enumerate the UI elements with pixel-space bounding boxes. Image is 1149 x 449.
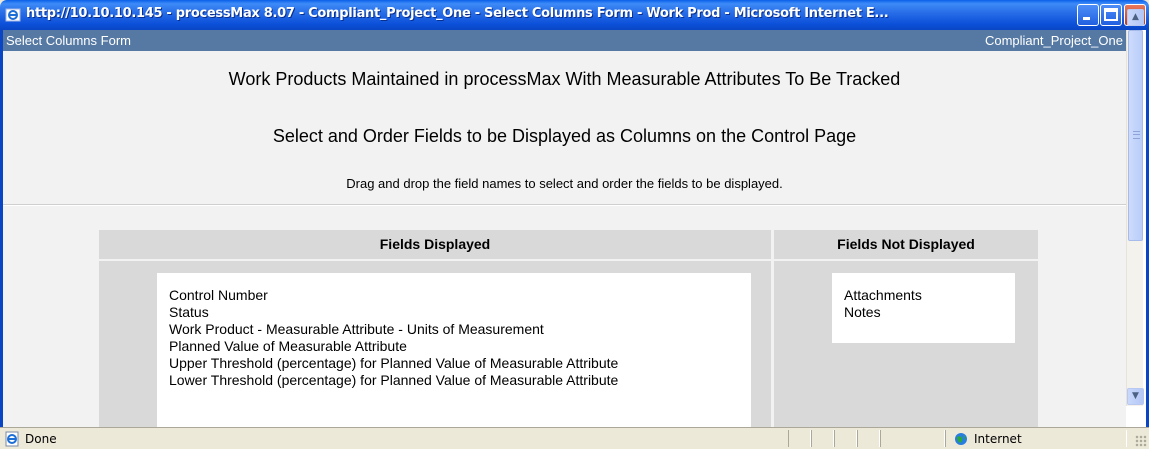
fields-not-displayed-column: Attachments Notes [774,261,1038,427]
project-name: Compliant_Project_One [984,33,1123,48]
divider [3,204,1126,206]
field-item-notes[interactable]: Notes [832,304,1015,321]
fields-displayed-list[interactable]: Control Number Status Work Product - Mea… [157,273,751,427]
fields-displayed-column: Control Number Status Work Product - Mea… [99,261,771,427]
maximize-button[interactable] [1100,4,1122,26]
browser-window: Select Columns Form Compliant_Project_On… [0,9,1149,427]
page-header-bar: Select Columns Form Compliant_Project_On… [3,30,1126,51]
security-zone-label: Internet [974,432,1022,446]
chevron-down-icon: ▼ [1132,391,1139,401]
page-done-icon [5,431,19,447]
form-name: Select Columns Form [6,33,131,48]
status-panel [857,430,880,447]
resize-grip-icon[interactable] [1135,435,1147,447]
window-title: http://10.10.10.145 - processMax 8.07 - … [26,6,889,21]
fields-displayed-header: Fields Displayed [99,230,771,259]
chevron-up-icon: ▲ [1132,12,1139,22]
status-panel [788,430,811,447]
field-item-status[interactable]: Status [157,304,751,321]
scrollbar-thumb[interactable] [1128,30,1143,241]
status-text: Done [25,432,57,446]
status-panel [811,430,834,447]
zone-panel [945,430,1127,447]
field-item-upper-threshold[interactable]: Upper Threshold (percentage) for Planned… [157,355,751,372]
field-item-units-of-measurement[interactable]: Work Product - Measurable Attribute - Un… [157,321,751,338]
minimize-icon [1083,17,1090,20]
grip-icon [1133,131,1140,139]
field-item-lower-threshold[interactable]: Lower Threshold (percentage) for Planned… [157,372,751,389]
window-title-bar[interactable]: http://10.10.10.145 - processMax 8.07 - … [0,0,1149,30]
field-item-planned-value[interactable]: Planned Value of Measurable Attribute [157,338,751,355]
fields-not-displayed-header: Fields Not Displayed [774,230,1038,259]
status-panel [880,430,945,447]
page-content: Work Products Maintained in processMax W… [3,51,1126,427]
globe-icon [955,433,967,445]
fields-not-displayed-list[interactable]: Attachments Notes [832,273,1015,343]
status-bar: Done Internet [0,427,1149,449]
page-subheading: Select and Order Fields to be Displayed … [272,126,857,146]
field-item-attachments[interactable]: Attachments [832,287,1015,304]
minimize-button[interactable] [1077,4,1099,26]
vertical-scrollbar[interactable]: ▲ ▼ [1126,9,1144,406]
maximize-icon [1104,8,1118,21]
instructions-text: Drag and drop the field names to select … [346,176,783,191]
status-panel [834,430,857,447]
scroll-up-button[interactable]: ▲ [1127,9,1144,26]
scroll-down-button[interactable]: ▼ [1127,388,1144,405]
internet-explorer-icon [5,8,21,22]
field-item-control-number[interactable]: Control Number [157,287,751,304]
page-heading: Work Products Maintained in processMax W… [228,69,901,89]
